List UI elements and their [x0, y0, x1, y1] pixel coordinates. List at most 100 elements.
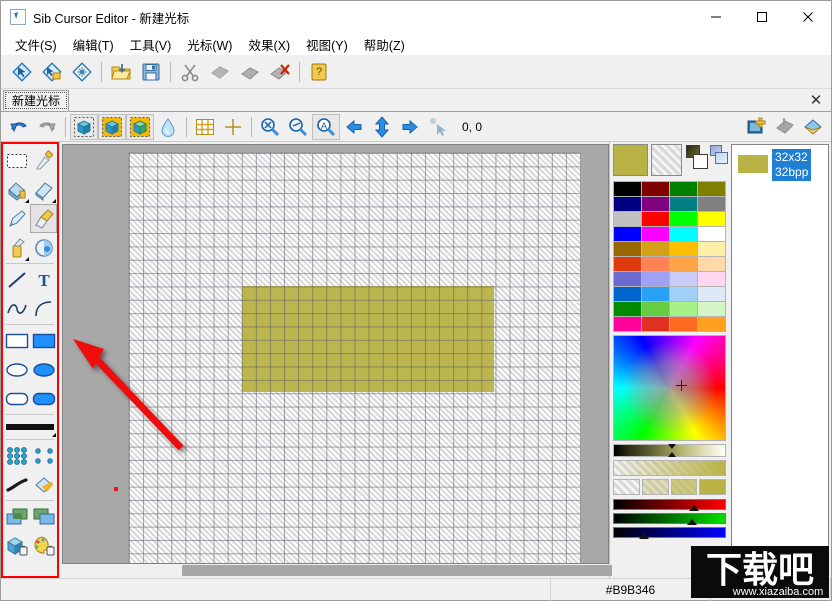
- palette-swatch[interactable]: [614, 197, 641, 211]
- view-selected-icon[interactable]: [98, 114, 126, 140]
- image-properties-icon[interactable]: [799, 114, 827, 140]
- luminance-marker-top[interactable]: [668, 444, 676, 449]
- menu-cursor[interactable]: 光标(W): [179, 33, 240, 56]
- text-T-icon[interactable]: T: [30, 265, 57, 294]
- palette-swatch[interactable]: [698, 317, 725, 331]
- palette-swatch[interactable]: [698, 197, 725, 211]
- palette-swatch[interactable]: [670, 302, 697, 316]
- new-from-image-icon[interactable]: [37, 57, 67, 87]
- palette-swatch[interactable]: [614, 182, 641, 196]
- brush-tool[interactable]: [30, 204, 57, 233]
- list-item[interactable]: 32x3232bpp: [736, 149, 824, 185]
- palette-swatch[interactable]: [698, 212, 725, 226]
- palette-swatch[interactable]: [614, 272, 641, 286]
- pencil-tool[interactable]: [3, 204, 30, 233]
- red-slider-knob[interactable]: [689, 505, 699, 511]
- color-wheel[interactable]: [613, 335, 726, 441]
- image-list[interactable]: 32x3232bpp: [731, 144, 829, 576]
- palette-swatch[interactable]: [698, 242, 725, 256]
- gradient-bar-icon[interactable]: [3, 416, 57, 438]
- menu-view[interactable]: 视图(Y): [298, 33, 356, 56]
- palette-swatch[interactable]: [698, 182, 725, 196]
- palette-swatch[interactable]: [642, 242, 669, 256]
- palette-swatch[interactable]: [698, 272, 725, 286]
- curve-tool[interactable]: [3, 294, 30, 323]
- color-replacer-tool[interactable]: [30, 233, 57, 262]
- save-icon[interactable]: [136, 57, 166, 87]
- airbrush-tool[interactable]: [3, 233, 30, 262]
- new-cursor-icon[interactable]: [7, 57, 37, 87]
- palette-swatch[interactable]: [670, 182, 697, 196]
- move-right-icon[interactable]: [396, 114, 424, 140]
- blue-slider-knob[interactable]: [639, 533, 649, 539]
- palette-swatch[interactable]: [642, 182, 669, 196]
- palette-swatch[interactable]: [642, 257, 669, 271]
- green-slider-knob[interactable]: [687, 519, 697, 525]
- zoom-actual-icon[interactable]: A: [312, 114, 340, 140]
- blue-channel-slider[interactable]: [613, 527, 726, 538]
- canvas-horizontal-scrollbar[interactable]: [62, 564, 609, 578]
- green-channel-slider[interactable]: [613, 513, 726, 524]
- alpha-preview-33[interactable]: [642, 479, 669, 495]
- water-drop-icon[interactable]: [154, 114, 182, 140]
- alpha-preview-0[interactable]: [613, 479, 640, 495]
- help-book-icon[interactable]: ?: [304, 57, 334, 87]
- canvas-paper[interactable]: [129, 153, 580, 564]
- menu-tools[interactable]: 工具(V): [122, 33, 180, 56]
- palette-swatch[interactable]: [670, 272, 697, 286]
- canvas-viewport[interactable]: [62, 144, 609, 564]
- arc-tool[interactable]: [30, 294, 57, 323]
- scrollbar-thumb[interactable]: [182, 565, 612, 576]
- smudge-stroke-icon[interactable]: [3, 470, 30, 499]
- view-normal-icon[interactable]: [70, 114, 98, 140]
- background-swatch[interactable]: [693, 154, 708, 169]
- palette-swatch[interactable]: [614, 242, 641, 256]
- menu-edit[interactable]: 编辑(T): [65, 33, 122, 56]
- ellipse-outline-tool[interactable]: [3, 355, 30, 384]
- move-left-icon[interactable]: [340, 114, 368, 140]
- effects-page-icon[interactable]: [30, 470, 57, 499]
- palette-swatch[interactable]: [614, 302, 641, 316]
- rect-select-tool[interactable]: [3, 146, 30, 175]
- palette-swatch[interactable]: [642, 212, 669, 226]
- cube-lock-icon[interactable]: [3, 531, 30, 560]
- line-tool[interactable]: [3, 265, 30, 294]
- transparent-color-swatch[interactable]: [651, 144, 682, 176]
- palette-swatch[interactable]: [642, 272, 669, 286]
- palette-swatch[interactable]: [614, 212, 641, 226]
- new-animated-cursor-icon[interactable]: [67, 57, 97, 87]
- grid-icon[interactable]: [191, 114, 219, 140]
- overlap-squares-blue-icon[interactable]: [30, 502, 57, 531]
- palette-swatch[interactable]: [698, 287, 725, 301]
- tab-new-cursor[interactable]: 新建光标: [3, 90, 69, 111]
- menu-effects[interactable]: 效果(X): [240, 33, 298, 56]
- palette-swatch[interactable]: [614, 257, 641, 271]
- palette-swatch[interactable]: [670, 317, 697, 331]
- palette-lock-icon[interactable]: [30, 531, 57, 560]
- maximize-icon[interactable]: [739, 1, 785, 33]
- foreground-background-icon[interactable]: [686, 145, 707, 171]
- palette-swatch[interactable]: [642, 317, 669, 331]
- undo-icon[interactable]: [5, 114, 33, 140]
- alpha-slider[interactable]: [613, 460, 726, 476]
- palette-swatch[interactable]: [670, 287, 697, 301]
- rectangle-outline-tool[interactable]: [3, 326, 30, 355]
- overlap-squares-green-icon[interactable]: [3, 502, 30, 531]
- rounded-rect-filled-tool[interactable]: [30, 384, 57, 413]
- menu-help[interactable]: 帮助(Z): [356, 33, 413, 56]
- palette-swatch[interactable]: [642, 287, 669, 301]
- alpha-preview-100[interactable]: [699, 479, 726, 495]
- palette-swatch[interactable]: [670, 212, 697, 226]
- menu-file[interactable]: 文件(S): [7, 33, 65, 56]
- palette-swatch[interactable]: [698, 302, 725, 316]
- hotspot-crosshair-icon[interactable]: [219, 114, 247, 140]
- palette-swatch[interactable]: [698, 257, 725, 271]
- tab-close-button[interactable]: ✕: [801, 89, 831, 111]
- add-image-icon[interactable]: [743, 114, 771, 140]
- palette-swatch[interactable]: [670, 257, 697, 271]
- palette-swatch[interactable]: [642, 302, 669, 316]
- palette-swatch[interactable]: [642, 197, 669, 211]
- primary-color-swatch[interactable]: [613, 144, 648, 176]
- color-palette[interactable]: [613, 181, 726, 332]
- ellipse-filled-tool[interactable]: [30, 355, 57, 384]
